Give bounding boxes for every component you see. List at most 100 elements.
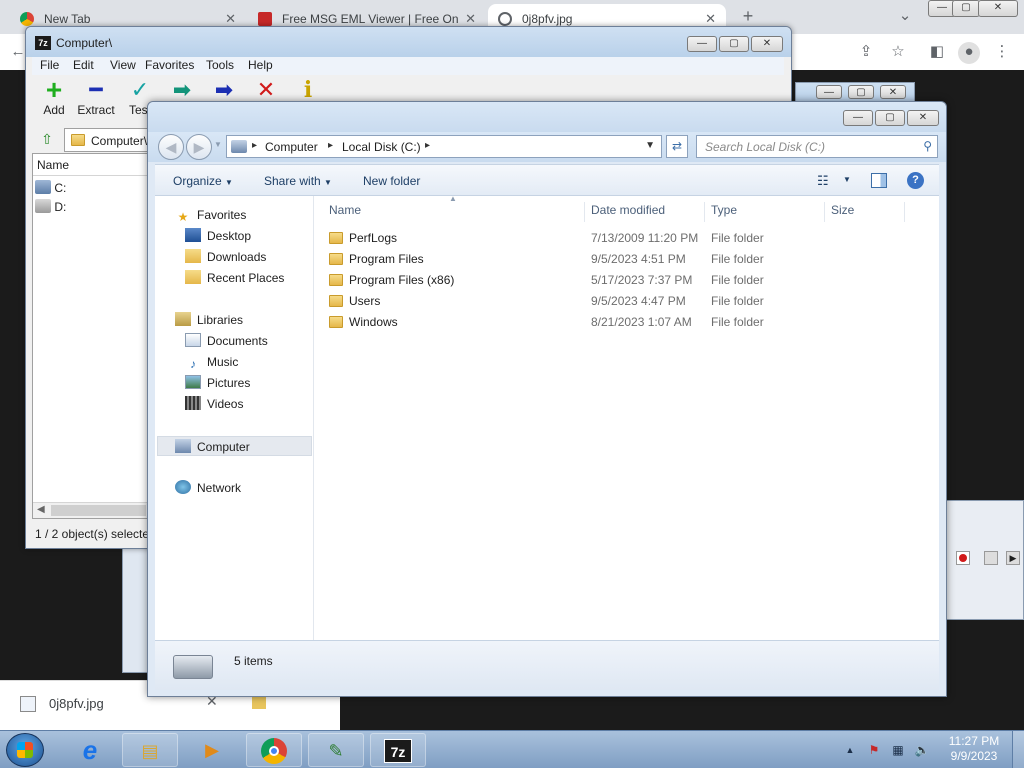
change-view-icon[interactable]: ☷ — [817, 173, 829, 189]
back-button[interactable]: ◀ — [158, 134, 184, 160]
tab-close-icon[interactable]: ✕ — [225, 11, 236, 27]
sevenzip-taskbar-button[interactable]: 7z — [370, 733, 426, 767]
volume-muted-icon[interactable]: 🔈 — [914, 742, 930, 758]
bg-maximize-button[interactable]: ▢ — [848, 85, 874, 99]
refresh-button[interactable]: ⇄ — [666, 135, 688, 158]
explorer-close-button[interactable]: ✕ — [907, 110, 939, 126]
menu-view[interactable]: View — [110, 58, 136, 72]
show-hidden-icons-icon[interactable]: ▲ — [842, 742, 858, 758]
search-icon[interactable]: ⚲ — [923, 139, 932, 153]
breadcrumb-separator-icon[interactable]: ▸ — [425, 140, 430, 151]
tab-search-chevron-icon[interactable]: ⌄ — [895, 6, 915, 26]
sevenzip-close-button[interactable]: ✕ — [751, 36, 783, 52]
table-row[interactable]: Program Files (x86) 5/17/2023 7:37 PM Fi… — [329, 270, 929, 290]
menu-edit[interactable]: Edit — [73, 58, 94, 72]
nav-label: Libraries — [197, 313, 244, 327]
chrome-close-button[interactable]: ✕ — [978, 0, 1018, 17]
tab-title: 0j8pfv.jpg — [522, 12, 573, 26]
bookmark-star-icon[interactable]: ☆ — [888, 42, 908, 62]
breadcrumb-local-disk[interactable]: Local Disk (C:) — [342, 140, 421, 154]
column-header-type[interactable]: Type — [705, 202, 825, 222]
new-tab-button[interactable]: + — [738, 6, 758, 26]
explorer-taskbar-icon[interactable]: ▤ — [122, 733, 178, 767]
notepadpp-icon[interactable]: ✎ — [308, 733, 364, 767]
show-desktop-button[interactable] — [1012, 731, 1024, 768]
list-item[interactable]: C: — [35, 180, 66, 198]
up-folder-icon[interactable]: ⇧ — [38, 131, 56, 149]
download-filename[interactable]: 0j8pfv.jpg — [49, 696, 104, 711]
play-button-icon[interactable]: ▶ — [1006, 551, 1020, 565]
sevenzip-path-field[interactable]: Computer\ — [64, 128, 154, 152]
nav-videos[interactable]: Videos — [185, 394, 243, 414]
file-name: Program Files — [349, 252, 424, 266]
menu-tools[interactable]: Tools — [206, 58, 234, 72]
menu-help[interactable]: Help — [248, 58, 273, 72]
explorer-maximize-button[interactable]: ▢ — [875, 110, 905, 126]
breadcrumb-separator-icon[interactable]: ▸ — [252, 140, 257, 151]
tab-close-icon[interactable]: ✕ — [465, 11, 476, 27]
view-options-chevron-icon[interactable]: ▼ — [843, 175, 851, 184]
share-with-button[interactable]: Share with ▼ — [264, 174, 332, 188]
column-header-name[interactable]: Name — [323, 202, 585, 222]
menu-favorites[interactable]: Favorites — [145, 58, 194, 72]
nav-desktop[interactable]: Desktop — [185, 226, 251, 246]
organize-button[interactable]: Organize ▼ — [173, 174, 233, 188]
list-item[interactable]: D: — [35, 199, 66, 217]
share-icon[interactable]: ⇪ — [856, 42, 876, 62]
recent-pages-chevron-icon[interactable]: ▼ — [214, 140, 222, 149]
chrome-maximize-button[interactable]: ▢ — [952, 0, 980, 17]
help-icon[interactable]: ? — [907, 172, 924, 189]
scrollbar-thumb[interactable] — [51, 505, 146, 516]
explorer-address-bar[interactable]: ▸ Computer ▸ Local Disk (C:) ▸ ▼ — [226, 135, 662, 158]
add-button[interactable]: + Add — [32, 76, 76, 121]
action-center-flag-icon[interactable]: ⚑ — [866, 742, 882, 758]
stop-button-icon[interactable] — [984, 551, 998, 565]
preview-pane-icon[interactable] — [871, 173, 887, 188]
column-header-date-modified[interactable]: Date modified — [585, 202, 705, 222]
menu-file[interactable]: File — [40, 58, 59, 72]
horizontal-scrollbar[interactable]: ◀ — [33, 502, 149, 518]
bg-minimize-button[interactable]: — — [816, 85, 842, 99]
explorer-search-box[interactable]: Search Local Disk (C:) ⚲ — [696, 135, 938, 158]
nav-music[interactable]: ♪ Music — [185, 352, 238, 372]
chrome-menu-icon[interactable]: ⋮ — [992, 42, 1012, 62]
nav-downloads[interactable]: Downloads — [185, 247, 266, 267]
chrome-taskbar-button[interactable] — [246, 733, 302, 767]
tab-close-icon[interactable]: ✕ — [705, 11, 716, 27]
scroll-left-icon[interactable]: ◀ — [37, 504, 45, 515]
nav-recent-places[interactable]: Recent Places — [185, 268, 284, 288]
folder-icon — [329, 253, 343, 265]
sevenzip-titlebar[interactable]: 7z Computer\ — ▢ ✕ — [26, 27, 791, 57]
profile-avatar-icon[interactable]: ● — [958, 42, 980, 64]
bg-close-button[interactable]: ✕ — [880, 85, 906, 99]
new-folder-button[interactable]: New folder — [363, 174, 420, 188]
clock[interactable]: 11:27 PM 9/9/2023 — [944, 734, 1004, 764]
breadcrumb-separator-icon[interactable]: ▸ — [328, 140, 333, 151]
table-row[interactable]: PerfLogs 7/13/2009 11:20 PM File folder — [329, 228, 929, 248]
nav-network[interactable]: Network — [175, 478, 241, 498]
table-row[interactable]: Program Files 9/5/2023 4:51 PM File fold… — [329, 249, 929, 269]
table-row[interactable]: Users 9/5/2023 4:47 PM File folder — [329, 291, 929, 311]
explorer-titlebar[interactable]: — ▢ ✕ — [148, 102, 946, 132]
sevenzip-maximize-button[interactable]: ▢ — [719, 36, 749, 52]
ie-icon[interactable]: e — [62, 733, 118, 767]
nav-favorites[interactable]: ★ Favorites — [175, 205, 247, 225]
breadcrumb-computer[interactable]: Computer — [265, 140, 318, 154]
start-button[interactable] — [6, 733, 44, 767]
side-panel-icon[interactable]: ◧ — [927, 42, 947, 62]
explorer-minimize-button[interactable]: — — [843, 110, 873, 126]
sevenzip-minimize-button[interactable]: — — [687, 36, 717, 52]
table-row[interactable]: Windows 8/21/2023 1:07 AM File folder — [329, 312, 929, 332]
forward-button[interactable]: ▶ — [186, 134, 212, 160]
network-tray-icon[interactable]: ▦ — [890, 742, 906, 758]
column-header-size[interactable]: Size — [825, 202, 905, 222]
address-dropdown-icon[interactable]: ▼ — [645, 140, 655, 151]
record-button-icon[interactable] — [956, 551, 970, 565]
media-player-icon[interactable]: ▶ — [184, 733, 240, 767]
nav-documents[interactable]: Documents — [185, 331, 268, 351]
nav-libraries[interactable]: Libraries — [175, 310, 243, 330]
nav-pictures[interactable]: Pictures — [185, 373, 250, 393]
column-header-name[interactable]: Name — [33, 154, 149, 176]
nav-computer[interactable]: Computer — [157, 436, 312, 456]
extract-button[interactable]: ━ Extract — [74, 77, 118, 121]
